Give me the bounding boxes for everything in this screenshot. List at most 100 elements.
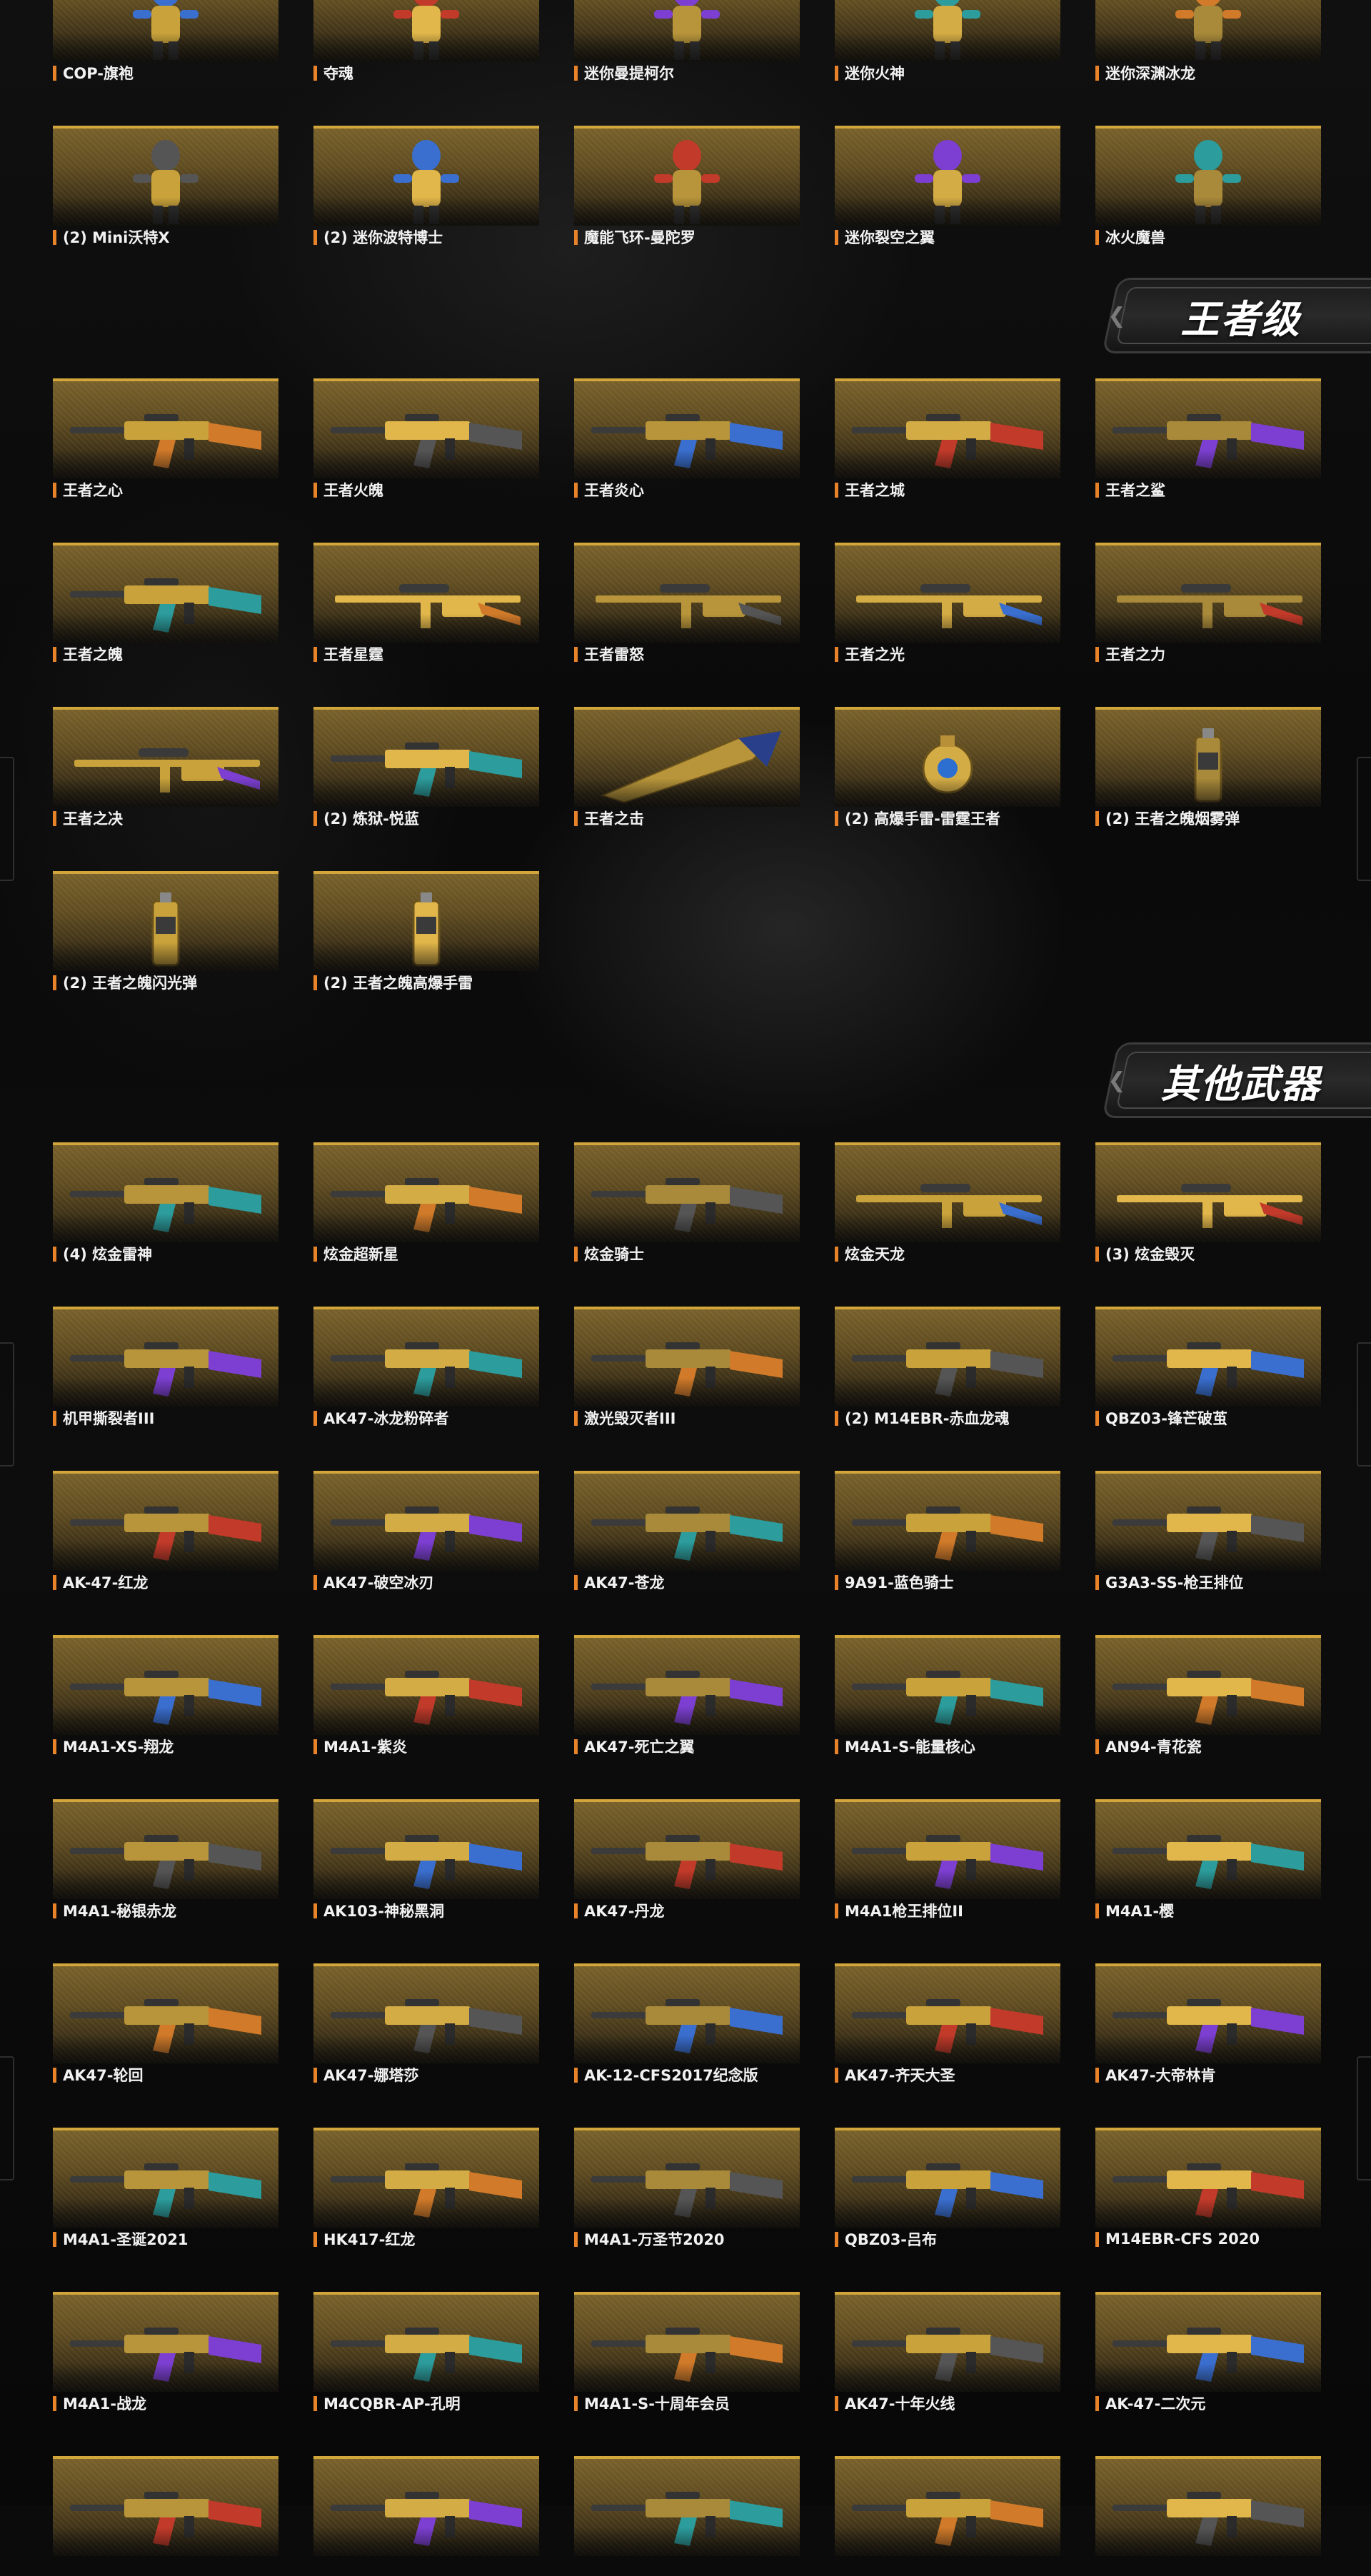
item-card[interactable]: 炫金超新星 <box>313 1142 539 1262</box>
item-card[interactable]: 王者火魄 <box>313 378 539 498</box>
item-card[interactable]: M4A1枪王排位II <box>835 1799 1060 1919</box>
item-card[interactable]: (4) 炫金雷神 <box>53 1142 278 1262</box>
item-card[interactable]: (3) 炫金毁灭 <box>1095 1142 1321 1262</box>
item-card[interactable]: AK47-轮回 <box>53 1963 278 2083</box>
label-accent-bar <box>53 1246 56 1262</box>
item-card[interactable]: M4A1-XS-翔龙 <box>53 1635 278 1755</box>
item-card[interactable]: 王者之城 <box>835 378 1060 498</box>
item-card[interactable]: M4A1-紫炎 <box>313 1635 539 1755</box>
item-card[interactable]: 迷你火神 <box>835 0 1060 81</box>
item-card[interactable]: 迷你裂空之翼 <box>835 126 1060 246</box>
rifle-icon <box>574 2128 800 2228</box>
item-card[interactable]: (2) 高爆手雷-雷霆王者 <box>835 707 1060 827</box>
item-card[interactable]: AK47-苍龙 <box>574 1471 800 1591</box>
rifle-icon <box>1095 1635 1321 1735</box>
item-label-text: M4A1-S-十周年会员 <box>584 2395 730 2412</box>
item-card[interactable]: COP-旗袍 <box>53 0 278 81</box>
item-card[interactable]: (2) M14EBR-赤血龙魂 <box>835 1307 1060 1427</box>
item-label-text: M4A1-圣诞2021 <box>63 2231 189 2248</box>
item-label-text: G3A3-SS-枪王排位 <box>1105 1574 1244 1591</box>
item-card[interactable]: 王者之决 <box>53 707 278 827</box>
item-card[interactable]: AK47-死亡之翼 <box>574 1635 800 1755</box>
item-card[interactable]: (2) 王者之魄高爆手雷 <box>313 871 539 991</box>
item-card[interactable] <box>835 2456 1060 2576</box>
item-card[interactable]: 王者雷怒 <box>574 543 800 663</box>
item-label: (2) Mini沃特X <box>53 228 278 246</box>
item-card[interactable]: M4A1-战龙 <box>53 2292 278 2412</box>
item-label: G3A3-SS-枪王排位 <box>1095 1574 1321 1591</box>
item-card[interactable]: AK-12-CFS2017纪念版 <box>574 1963 800 2083</box>
item-card[interactable]: AK47-娜塔莎 <box>313 1963 539 2083</box>
item-card[interactable]: AK-47-红龙 <box>53 1471 278 1591</box>
label-accent-bar <box>1095 1903 1099 1918</box>
item-card[interactable]: (2) 王者之魄烟雾弹 <box>1095 707 1321 827</box>
item-card[interactable]: 炫金天龙 <box>835 1142 1060 1262</box>
item-label-text: 迷你火神 <box>845 65 905 81</box>
item-card[interactable] <box>313 2456 539 2576</box>
item-card[interactable]: 迷你深渊冰龙 <box>1095 0 1321 81</box>
item-card[interactable]: M4A1-秘银赤龙 <box>53 1799 278 1919</box>
item-card[interactable]: 炫金骑士 <box>574 1142 800 1262</box>
item-card[interactable]: M14EBR-CFS 2020 <box>1095 2128 1321 2248</box>
item-card[interactable]: AK-47-二次元 <box>1095 2292 1321 2412</box>
item-label: HK417-红龙 <box>313 2230 539 2248</box>
item-label-text: 王者之光 <box>845 646 905 663</box>
item-card[interactable] <box>1095 2456 1321 2576</box>
label-accent-bar <box>53 1574 56 1590</box>
item-card[interactable]: M4A1-圣诞2021 <box>53 2128 278 2248</box>
item-card[interactable]: 王者之击 <box>574 707 800 827</box>
item-card[interactable]: 夺魂 <box>313 0 539 81</box>
item-label-text: 迷你裂空之翼 <box>845 229 935 246</box>
label-accent-bar <box>53 2395 56 2411</box>
right-edge-ornament <box>1357 2056 1371 2180</box>
item-card[interactable]: G3A3-SS-枪王排位 <box>1095 1471 1321 1591</box>
item-card[interactable]: M4A1-S-能量核心 <box>835 1635 1060 1755</box>
label-accent-bar <box>313 1903 317 1918</box>
item-card[interactable]: QBZ03-锋芒破茧 <box>1095 1307 1321 1427</box>
item-card[interactable]: AK47-冰龙粉碎者 <box>313 1307 539 1427</box>
item-card[interactable]: 王者之心 <box>53 378 278 498</box>
item-label: M14EBR-CFS 2020 <box>1095 2230 1321 2248</box>
item-card[interactable]: 魔能飞环-曼陀罗 <box>574 126 800 246</box>
item-card[interactable]: AK47-大帝林肯 <box>1095 1963 1321 2083</box>
item-label: M4A1-紫炎 <box>313 1738 539 1755</box>
item-card[interactable]: M4A1-S-十周年会员 <box>574 2292 800 2412</box>
item-card[interactable]: AK47-十年火线 <box>835 2292 1060 2412</box>
item-card[interactable] <box>53 2456 278 2576</box>
item-card[interactable]: M4A1-樱 <box>1095 1799 1321 1919</box>
rifle-icon <box>835 1799 1060 1899</box>
item-card[interactable]: (2) 迷你波特博士 <box>313 126 539 246</box>
item-card[interactable]: (2) Mini沃特X <box>53 126 278 246</box>
item-label: AK47-大帝林肯 <box>1095 2066 1321 2083</box>
item-card[interactable]: 王者炎心 <box>574 378 800 498</box>
item-card[interactable]: (2) 炼狱-悦蓝 <box>313 707 539 827</box>
axe-icon <box>574 707 800 807</box>
item-card[interactable]: 王者之鲨 <box>1095 378 1321 498</box>
item-card[interactable]: M4CQBR-AP-孔明 <box>313 2292 539 2412</box>
item-card[interactable]: 9A91-蓝色骑士 <box>835 1471 1060 1591</box>
item-card[interactable]: AK47-齐天大圣 <box>835 1963 1060 2083</box>
item-label-text: 王者之心 <box>63 482 123 498</box>
item-card[interactable]: 王者星霆 <box>313 543 539 663</box>
item-card[interactable]: HK417-红龙 <box>313 2128 539 2248</box>
section-banner-king: ❮ 王者级 <box>1082 275 1371 356</box>
item-card[interactable]: 王者之光 <box>835 543 1060 663</box>
item-label-text: 9A91-蓝色骑士 <box>845 1574 954 1591</box>
rifle-icon <box>574 1471 800 1571</box>
item-card[interactable]: (2) 王者之魄闪光弹 <box>53 871 278 991</box>
item-card[interactable]: QBZ03-吕布 <box>835 2128 1060 2248</box>
item-card[interactable]: 迷你曼提柯尔 <box>574 0 800 81</box>
item-card[interactable]: 王者之魄 <box>53 543 278 663</box>
item-card[interactable]: AK103-神秘黑洞 <box>313 1799 539 1919</box>
item-label: AK-47-红龙 <box>53 1574 278 1591</box>
item-card[interactable]: M4A1-万圣节2020 <box>574 2128 800 2248</box>
item-card[interactable]: 冰火魔兽 <box>1095 126 1321 246</box>
item-card[interactable]: 王者之力 <box>1095 543 1321 663</box>
item-card[interactable]: AK47-破空冰刃 <box>313 1471 539 1591</box>
item-card[interactable] <box>574 2456 800 2576</box>
item-card[interactable]: 激光毁灭者III <box>574 1307 800 1427</box>
item-card[interactable]: 机甲撕裂者III <box>53 1307 278 1427</box>
item-card[interactable]: AK47-丹龙 <box>574 1799 800 1919</box>
rifle-icon <box>574 1142 800 1242</box>
item-card[interactable]: AN94-青花瓷 <box>1095 1635 1321 1755</box>
